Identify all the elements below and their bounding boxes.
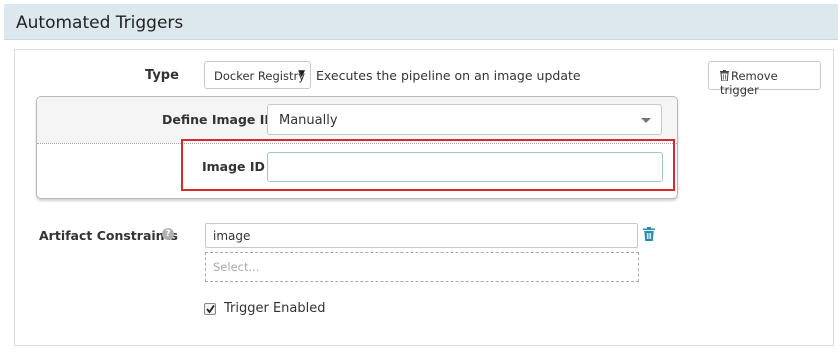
section-header: Automated Triggers [4,4,838,40]
trigger-enabled-checkbox[interactable] [204,303,216,315]
chevron-down-icon [641,118,651,123]
define-image-id-select[interactable]: Manually [267,104,662,135]
check-icon [206,304,215,314]
type-description: Executes the pipeline on an image update [316,68,581,83]
trigger-enabled-label: Trigger Enabled [224,301,326,316]
type-select[interactable]: Docker Registry ▼ [204,61,311,89]
section-title: Automated Triggers [16,13,184,33]
type-label: Type [145,68,179,83]
image-id-input[interactable] [267,152,663,182]
artifact-constraints-label: Artifact Constraints [39,228,178,243]
trash-icon[interactable] [643,227,655,241]
caret-down-icon: ▼ [298,69,305,79]
type-select-value: Docker Registry [214,69,306,83]
define-image-id-value: Manually [279,113,338,128]
image-id-label: Image ID [202,159,265,174]
artifact-constraint-tag[interactable]: image [205,223,638,248]
question-circle-icon[interactable]: ? [162,228,174,240]
artifact-select[interactable]: Select... [205,252,639,282]
trash-icon [720,70,729,81]
define-image-id-label: Define Image ID [162,112,275,127]
remove-trigger-button[interactable]: Remove trigger [708,61,821,97]
